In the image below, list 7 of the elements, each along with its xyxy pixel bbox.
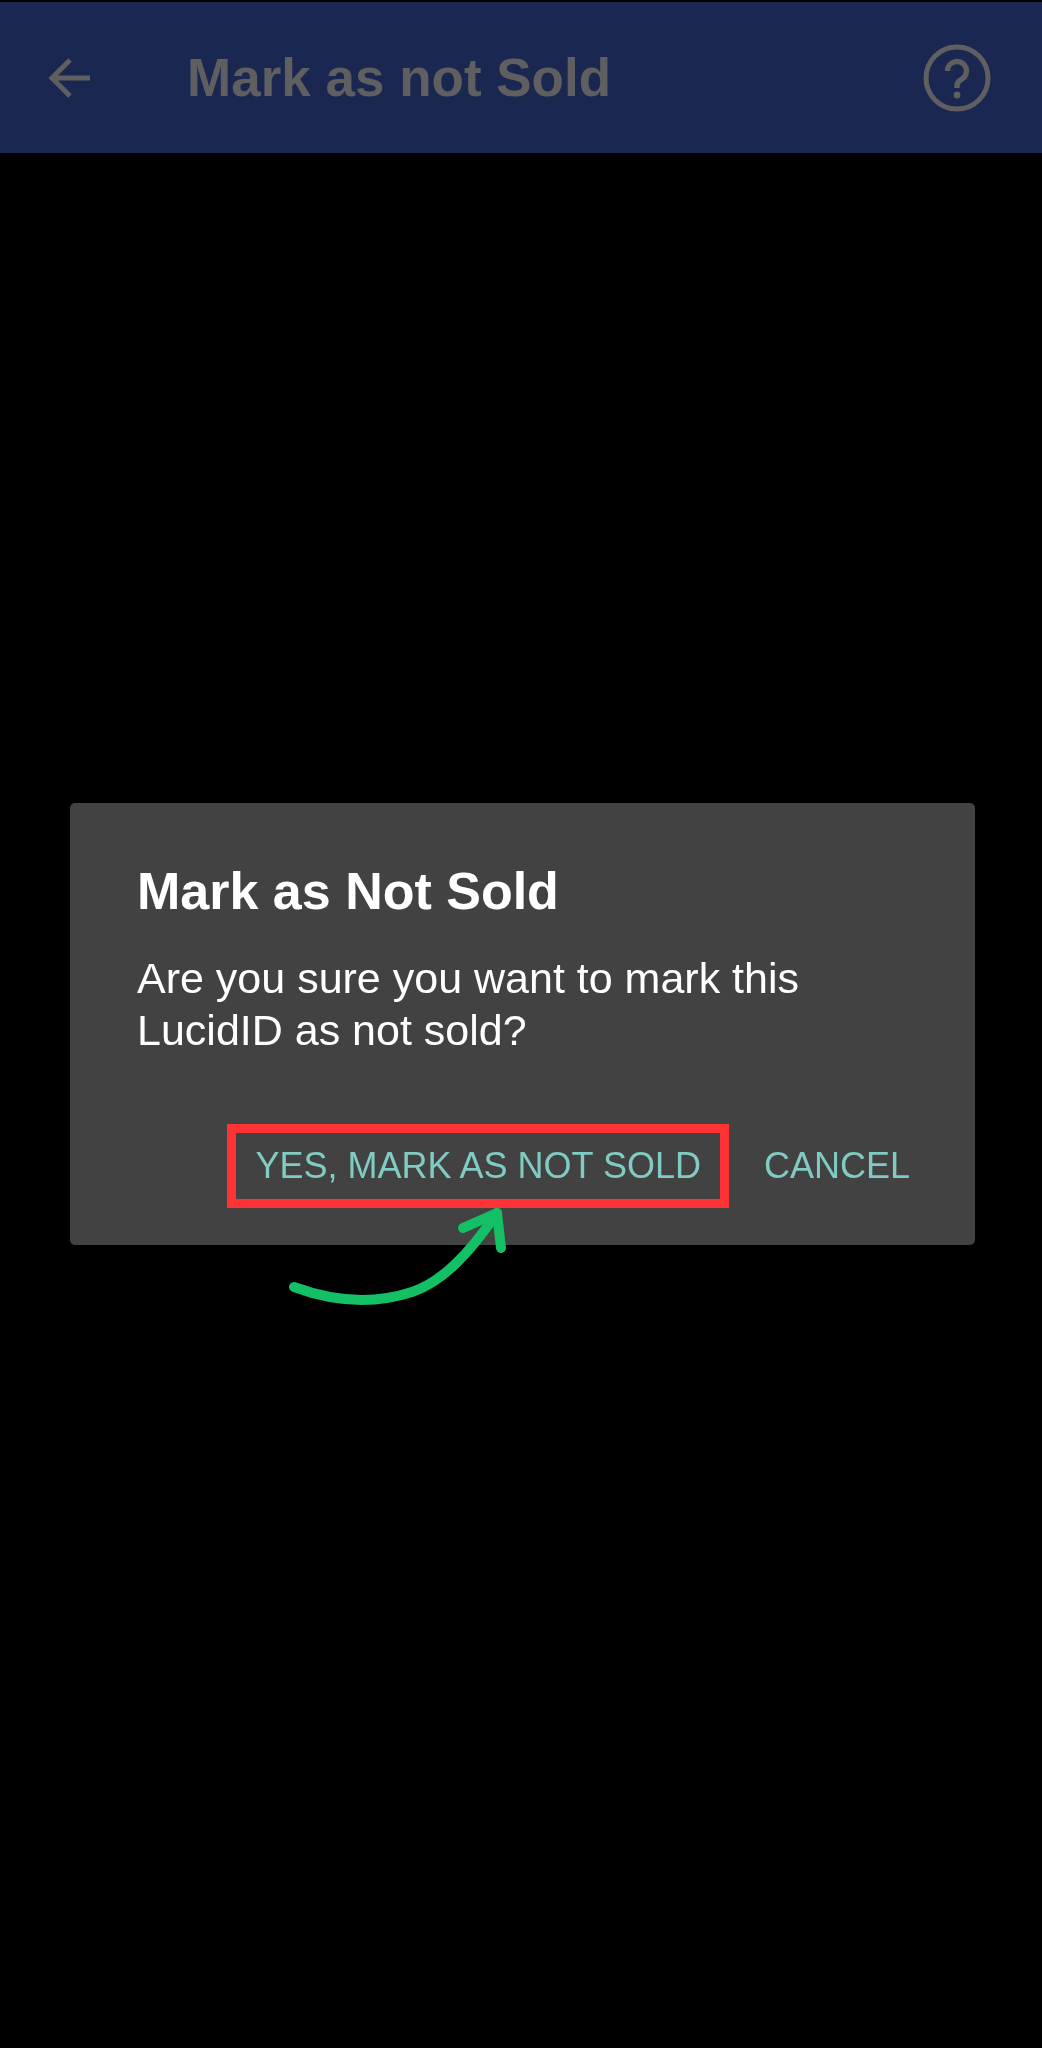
dialog-message: Are you sure you want to mark this LucidID as not sold?	[137, 953, 800, 1056]
help-icon[interactable]	[923, 43, 991, 112]
dialog-title: Mark as Not Sold	[137, 861, 560, 922]
back-arrow-icon[interactable]	[48, 55, 92, 100]
dialog-action-button[interactable]: YES, MARK AS NOT SOLD	[236, 1133, 720, 1199]
screen-title: Mark as not Sold	[187, 47, 613, 108]
dialog-action-button[interactable]: CANCEL	[744, 1133, 929, 1199]
